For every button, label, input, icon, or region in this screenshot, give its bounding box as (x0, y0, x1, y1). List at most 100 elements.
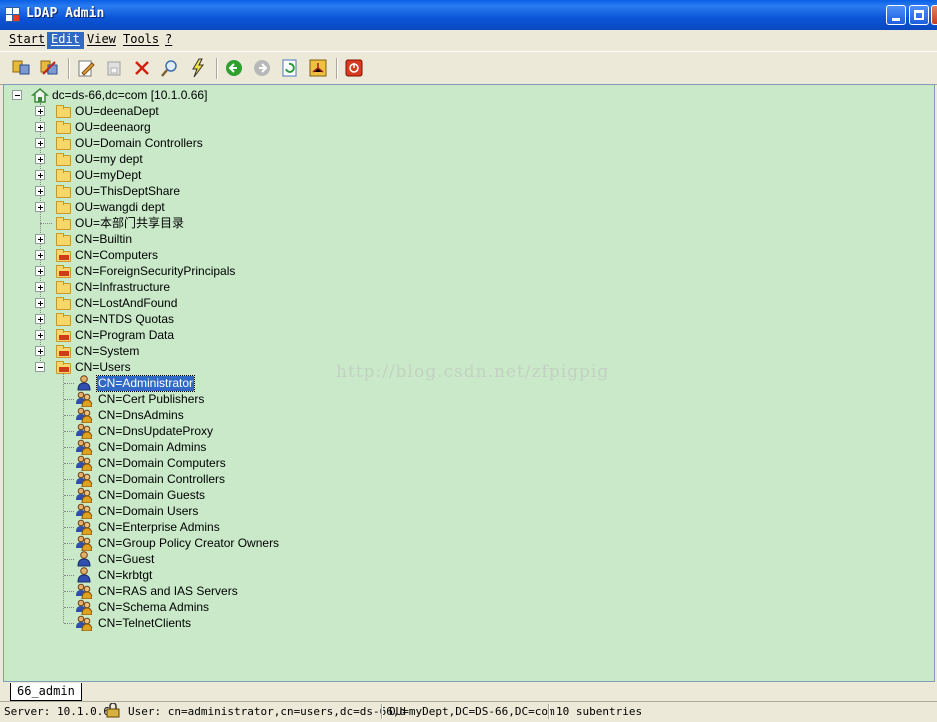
tree-expand-toggle[interactable] (35, 138, 45, 148)
tree-user-node[interactable]: CN=krbtgt (97, 568, 153, 583)
tree-user-node[interactable]: CN=Schema Admins (97, 600, 210, 615)
tree-user-node[interactable]: CN=Domain Computers (97, 456, 227, 471)
folder-icon (56, 169, 71, 182)
tree-node[interactable]: CN=LostAndFound (74, 296, 178, 311)
tree-user-node[interactable]: CN=Enterprise Admins (97, 520, 221, 535)
tree-user-node[interactable]: CN=Domain Guests (97, 488, 206, 503)
tree-node[interactable]: CN=NTDS Quotas (74, 312, 175, 327)
app-icon (5, 7, 20, 22)
close-button[interactable] (931, 5, 937, 25)
menu-tools[interactable]: Tools (119, 32, 163, 49)
tree-node[interactable]: CN=System (74, 344, 140, 359)
forward-icon[interactable] (252, 58, 272, 78)
status-user: User: cn=administrator,cn=users,dc=ds-66… (128, 705, 407, 718)
folder-icon (56, 345, 71, 358)
menu-view[interactable]: View (83, 32, 120, 49)
group-icon (76, 599, 93, 616)
group-icon (76, 455, 93, 472)
root-collapse-toggle[interactable] (12, 90, 22, 100)
tree-expand-toggle[interactable] (35, 234, 45, 244)
tree-root[interactable]: dc=ds-66,dc=com [10.1.0.66] (51, 88, 208, 103)
tree-node[interactable]: CN=Infrastructure (74, 280, 171, 295)
refresh-icon[interactable] (280, 58, 300, 78)
ldap-tree[interactable]: http://blog.csdn.net/zfpigpig dc=ds-66,d… (3, 84, 935, 682)
tree-expand-toggle[interactable] (35, 298, 45, 308)
tree-user-node[interactable]: CN=Guest (97, 552, 155, 567)
minimize-button[interactable] (886, 5, 906, 25)
tree-expand-toggle[interactable] (35, 186, 45, 196)
tree-user-node[interactable]: CN=Domain Users (97, 504, 199, 519)
tree-expand-toggle[interactable] (35, 314, 45, 324)
tree-node[interactable]: CN=ForeignSecurityPrincipals (74, 264, 236, 279)
tree-node[interactable]: OU=wangdi dept (74, 200, 166, 215)
tree-node[interactable]: OU=本部门共享目录 (74, 216, 185, 231)
search-icon[interactable] (160, 58, 180, 78)
tab-connection[interactable]: 66_admin (10, 683, 82, 701)
schema-icon[interactable] (308, 58, 328, 78)
tree-user-node[interactable]: CN=Domain Admins (97, 440, 207, 455)
group-icon (76, 471, 93, 488)
exit-icon[interactable] (344, 58, 364, 78)
tree-expand-toggle[interactable] (35, 362, 45, 372)
folder-icon (56, 121, 71, 134)
tree-node[interactable]: CN=Builtin (74, 232, 133, 247)
tree-node[interactable]: CN=Program Data (74, 328, 175, 343)
tree-node[interactable]: OU=ThisDeptShare (74, 184, 181, 199)
menu-help[interactable]: ? (161, 32, 176, 49)
folder-icon (56, 233, 71, 246)
watermark: http://blog.csdn.net/zfpigpig (336, 362, 610, 382)
group-icon (76, 407, 93, 424)
tree-expand-toggle[interactable] (35, 122, 45, 132)
tree-node[interactable]: OU=deenaorg (74, 120, 152, 135)
disconnect-icon[interactable] (39, 58, 59, 78)
connect-icon[interactable] (11, 58, 31, 78)
tree-expand-toggle[interactable] (35, 202, 45, 212)
group-icon (76, 503, 93, 520)
tree-user-node[interactable]: CN=TelnetClients (97, 616, 192, 631)
tree-expand-toggle[interactable] (35, 266, 45, 276)
tree-node[interactable]: OU=deenaDept (74, 104, 160, 119)
tree-expand-toggle[interactable] (35, 250, 45, 260)
folder-icon (56, 201, 71, 214)
tree-user-node[interactable]: CN=Group Policy Creator Owners (97, 536, 280, 551)
tree-node[interactable]: CN=Computers (74, 248, 159, 263)
tree-node[interactable]: OU=myDept (74, 168, 142, 183)
connection-tabs: 66_admin (0, 682, 937, 702)
folder-icon (56, 249, 71, 262)
back-icon[interactable] (224, 58, 244, 78)
maximize-button[interactable] (909, 5, 929, 25)
tree-expand-toggle[interactable] (35, 330, 45, 340)
tree-node[interactable]: OU=my dept (74, 152, 144, 167)
tree-expand-toggle[interactable] (35, 154, 45, 164)
tree-node[interactable]: OU=Domain Controllers (74, 136, 204, 151)
tree-user-node[interactable]: CN=Cert Publishers (97, 392, 205, 407)
server-icon (30, 87, 51, 103)
menu-start[interactable]: Start (5, 32, 49, 49)
tree-node[interactable]: CN=Users (74, 360, 132, 375)
tree-user-node[interactable]: CN=DnsAdmins (97, 408, 185, 423)
edit-icon[interactable] (76, 58, 96, 78)
group-icon (76, 519, 93, 536)
tree-user-node[interactable]: CN=RAS and IAS Servers (97, 584, 239, 599)
group-icon (76, 439, 93, 456)
tree-expand-toggle[interactable] (35, 106, 45, 116)
tree-user-node[interactable]: CN=Domain Controllers (97, 472, 226, 487)
tree-expand-toggle[interactable] (35, 346, 45, 356)
menu-edit[interactable]: Edit (47, 32, 84, 49)
lightning-icon[interactable] (188, 58, 208, 78)
tree-expand-toggle[interactable] (35, 170, 45, 180)
tree-expand-toggle[interactable] (35, 282, 45, 292)
tree-node-selected[interactable]: CN=Administrator (95, 375, 196, 392)
save-icon[interactable] (104, 58, 124, 78)
status-server: Server: 10.1.0.6 (4, 705, 110, 718)
folder-icon (56, 281, 71, 294)
folder-icon (56, 185, 71, 198)
delete-icon[interactable] (132, 58, 152, 78)
status-bar: Server: 10.1.0.6 User: cn=administrator,… (0, 701, 937, 722)
folder-icon (56, 313, 71, 326)
tree-user-node[interactable]: CN=DnsUpdateProxy (97, 424, 214, 439)
folder-icon (56, 105, 71, 118)
folder-icon (56, 153, 71, 166)
folder-icon (56, 217, 71, 230)
title-bar: LDAP Admin (0, 0, 937, 30)
